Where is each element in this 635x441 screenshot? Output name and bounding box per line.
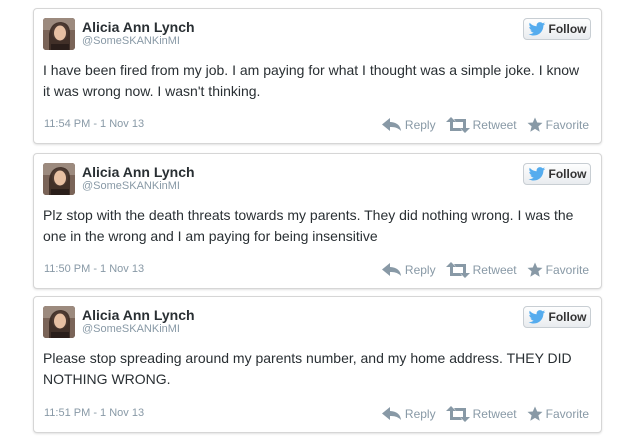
tweet-footer: 11:51 PM - 1 Nov 13 Reply Retweet Favori… bbox=[44, 406, 589, 422]
tweet-card: Alicia Ann Lynch @SomeSKANKinMI Follow P… bbox=[33, 296, 602, 433]
retweet-label: Retweet bbox=[472, 118, 517, 132]
display-name[interactable]: Alicia Ann Lynch bbox=[82, 307, 195, 323]
favorite-label: Favorite bbox=[545, 263, 589, 277]
tweet-card: Alicia Ann Lynch @SomeSKANKinMI Follow I… bbox=[33, 8, 602, 144]
favorite-button[interactable]: Favorite bbox=[527, 406, 589, 422]
timestamp[interactable]: 11:54 PM - 1 Nov 13 bbox=[44, 118, 144, 130]
favorite-label: Favorite bbox=[545, 118, 589, 132]
username[interactable]: @SomeSKANKinMI bbox=[82, 323, 180, 335]
tweet-text: Please stop spreading around my parents … bbox=[43, 350, 572, 387]
tweet-text: I have been fired from my job. I am payi… bbox=[43, 62, 580, 99]
twitter-bird-icon bbox=[528, 167, 546, 181]
retweet-label: Retweet bbox=[472, 263, 517, 277]
timestamp[interactable]: 11:51 PM - 1 Nov 13 bbox=[44, 407, 144, 419]
favorite-label: Favorite bbox=[545, 407, 589, 421]
favorite-button[interactable]: Favorite bbox=[527, 262, 589, 278]
username[interactable]: @SomeSKANKinMI bbox=[82, 180, 180, 192]
star-icon bbox=[527, 262, 543, 278]
follow-button[interactable]: Follow bbox=[523, 306, 591, 328]
twitter-bird-icon bbox=[528, 22, 546, 36]
follow-label: Follow bbox=[548, 167, 587, 181]
retweet-button[interactable]: Retweet bbox=[445, 262, 517, 278]
reply-label: Reply bbox=[404, 118, 436, 132]
display-name[interactable]: Alicia Ann Lynch bbox=[82, 164, 195, 180]
star-icon bbox=[527, 406, 543, 422]
tweet-actions: Reply Retweet Favorite bbox=[381, 117, 589, 133]
retweet-label: Retweet bbox=[472, 407, 517, 421]
retweet-button[interactable]: Retweet bbox=[445, 117, 517, 133]
tweet-actions: Reply Retweet Favorite bbox=[381, 262, 589, 278]
retweet-icon bbox=[445, 406, 470, 422]
follow-label: Follow bbox=[548, 310, 587, 324]
username[interactable]: @SomeSKANKinMI bbox=[82, 35, 180, 47]
reply-icon bbox=[381, 407, 402, 421]
reply-button[interactable]: Reply bbox=[381, 263, 436, 277]
follow-label: Follow bbox=[548, 22, 587, 36]
tweet-actions: Reply Retweet Favorite bbox=[381, 406, 589, 422]
timestamp[interactable]: 11:50 PM - 1 Nov 13 bbox=[44, 263, 144, 275]
follow-button[interactable]: Follow bbox=[523, 163, 591, 185]
tweet-text: Plz stop with the death threats towards … bbox=[43, 207, 574, 244]
follow-button[interactable]: Follow bbox=[523, 18, 591, 40]
avatar[interactable] bbox=[43, 163, 75, 195]
avatar[interactable] bbox=[43, 18, 75, 50]
retweet-icon bbox=[445, 262, 470, 278]
reply-label: Reply bbox=[404, 407, 436, 421]
star-icon bbox=[527, 117, 543, 133]
avatar[interactable] bbox=[43, 306, 75, 338]
tweet-footer: 11:50 PM - 1 Nov 13 Reply Retweet Favori… bbox=[44, 262, 589, 278]
reply-icon bbox=[381, 263, 402, 277]
reply-icon bbox=[381, 118, 402, 132]
retweet-icon bbox=[445, 117, 470, 133]
reply-label: Reply bbox=[404, 263, 436, 277]
favorite-button[interactable]: Favorite bbox=[527, 117, 589, 133]
tweet-card: Alicia Ann Lynch @SomeSKANKinMI Follow P… bbox=[33, 153, 602, 289]
reply-button[interactable]: Reply bbox=[381, 118, 436, 132]
display-name[interactable]: Alicia Ann Lynch bbox=[82, 19, 195, 35]
reply-button[interactable]: Reply bbox=[381, 407, 436, 421]
retweet-button[interactable]: Retweet bbox=[445, 406, 517, 422]
twitter-bird-icon bbox=[528, 310, 546, 324]
tweet-footer: 11:54 PM - 1 Nov 13 Reply Retweet Favori… bbox=[44, 117, 589, 133]
